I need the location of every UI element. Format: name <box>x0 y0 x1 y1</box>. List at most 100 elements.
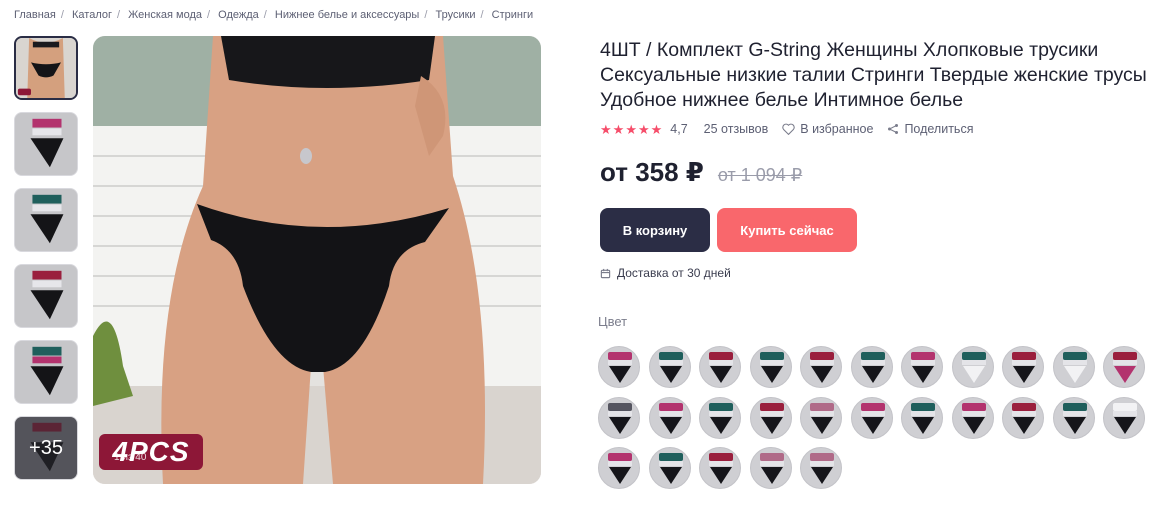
swatch-middle-band <box>860 360 885 365</box>
breadcrumb-item-panties[interactable]: Трусики <box>435 9 475 21</box>
swatch-middle-band <box>1113 360 1137 365</box>
thumbnail-4[interactable] <box>14 264 78 328</box>
thumbnail-image <box>15 113 77 175</box>
swatch-bottom-shape <box>962 366 985 383</box>
delivery-text: Доставка от 30 дней <box>617 266 731 280</box>
swatch-bottom-shape <box>811 416 833 434</box>
color-swatch-3[interactable] <box>699 346 741 388</box>
rating-value: 4,7 <box>670 122 688 136</box>
product-photo <box>93 36 541 484</box>
thumbnail-2[interactable] <box>14 112 78 176</box>
breadcrumb-item-catalog[interactable]: Каталог <box>72 9 112 21</box>
color-swatch-18[interactable] <box>901 396 943 439</box>
swatch-middle-band <box>810 410 834 416</box>
color-swatch-12[interactable] <box>598 396 640 439</box>
swatch-bottom-shape <box>609 366 631 383</box>
rating-row: ★ ★ ★ ★ ★ 4,7 25 отзывов В избранное Под… <box>600 121 1172 137</box>
swatch-bottom-shape <box>1013 416 1035 434</box>
color-swatch-14[interactable] <box>699 396 741 439</box>
swatch-top-band <box>860 402 885 411</box>
swatch-middle-band <box>608 410 632 416</box>
swatch-top-band <box>961 352 986 360</box>
swatch-top-band <box>608 352 632 360</box>
thumbnail-more[interactable]: +35 <box>14 416 78 480</box>
thumbnail-1[interactable] <box>14 36 78 100</box>
color-swatch-19[interactable] <box>951 396 994 439</box>
swatch-middle-band <box>709 461 733 466</box>
swatch-bottom-shape <box>962 416 985 434</box>
swatch-bottom-shape <box>1114 366 1136 383</box>
thumbnail-3[interactable] <box>14 188 78 252</box>
swatch-middle-band <box>759 410 784 416</box>
swatch-middle-band <box>1113 410 1137 416</box>
swatch-middle-band <box>911 410 935 416</box>
share-label: Поделиться <box>904 122 974 136</box>
swatch-top-band <box>911 402 935 411</box>
color-swatch-13[interactable] <box>648 396 691 439</box>
swatch-middle-band <box>759 461 784 466</box>
color-swatch-6[interactable] <box>850 346 893 388</box>
swatch-middle-band <box>658 410 683 416</box>
breadcrumb-item-underwear[interactable]: Нижнее белье и аксессуары <box>275 9 419 21</box>
breadcrumb: Главная / Каталог / Женская мода / Одежда / … <box>14 9 534 21</box>
thumbnail-list: +35 <box>14 36 80 492</box>
current-price: от 358 ₽ <box>600 157 704 187</box>
swatch-middle-band <box>709 360 733 365</box>
swatch-bottom-shape <box>912 366 934 383</box>
color-swatch-21[interactable] <box>1052 396 1095 439</box>
color-swatch-10[interactable] <box>1052 346 1095 388</box>
add-to-favorites-button[interactable]: В избранное <box>782 122 873 136</box>
swatch-top-band <box>810 453 834 461</box>
breadcrumb-item-strings[interactable]: Стринги <box>492 9 533 21</box>
color-swatch-list <box>598 346 1158 489</box>
reviews-link[interactable]: 25 отзывов <box>704 122 769 136</box>
swatch-bottom-shape <box>811 467 833 484</box>
swatch-middle-band <box>810 461 834 466</box>
color-swatch-4[interactable] <box>749 346 792 388</box>
delivery-info: Доставка от 30 дней <box>600 266 1172 280</box>
color-swatch-1[interactable] <box>598 346 640 388</box>
swatch-middle-band <box>911 360 935 365</box>
swatch-middle-band <box>860 410 885 416</box>
share-button[interactable]: Поделиться <box>887 122 973 136</box>
color-swatch-23[interactable] <box>598 447 640 489</box>
swatch-middle-band <box>1012 410 1036 416</box>
swatch-middle-band <box>1062 360 1087 365</box>
color-swatch-16[interactable] <box>800 396 842 439</box>
swatch-bottom-shape <box>659 467 682 484</box>
swatch-top-band <box>658 453 683 461</box>
thumbnail-5[interactable] <box>14 340 78 404</box>
thumbnail-image <box>15 189 77 251</box>
breadcrumb-item-womens-fashion[interactable]: Женская мода <box>128 9 202 21</box>
color-swatch-26[interactable] <box>749 447 792 489</box>
color-swatch-8[interactable] <box>951 346 994 388</box>
swatch-bottom-shape <box>710 467 732 484</box>
color-swatch-17[interactable] <box>850 396 893 439</box>
swatch-middle-band <box>810 360 834 365</box>
breadcrumb-item-clothing[interactable]: Одежда <box>218 9 259 21</box>
swatch-bottom-shape <box>659 366 682 383</box>
swatch-top-band <box>658 402 683 411</box>
price-row: от 358 ₽ от 1 094 ₽ <box>600 157 1172 188</box>
swatch-top-band <box>1062 352 1087 360</box>
breadcrumb-item-home[interactable]: Главная <box>14 9 56 21</box>
color-swatch-11[interactable] <box>1103 346 1145 388</box>
swatch-top-band <box>709 352 733 360</box>
color-swatch-9[interactable] <box>1002 346 1044 388</box>
buy-now-button[interactable]: Купить сейчас <box>717 208 857 252</box>
color-swatch-2[interactable] <box>648 346 691 388</box>
color-swatch-25[interactable] <box>699 447 741 489</box>
rating-stars: ★ ★ ★ ★ ★ <box>600 123 662 136</box>
swatch-bottom-shape <box>609 467 631 484</box>
color-swatch-27[interactable] <box>800 447 842 489</box>
color-swatch-15[interactable] <box>749 396 792 439</box>
color-swatch-22[interactable] <box>1103 396 1145 439</box>
color-swatch-24[interactable] <box>648 447 691 489</box>
swatch-bottom-shape <box>760 366 783 383</box>
main-product-image[interactable]: 4PCS 1 из 40 <box>93 36 541 484</box>
add-to-cart-button[interactable]: В корзину <box>600 208 710 252</box>
color-swatch-5[interactable] <box>800 346 842 388</box>
color-swatch-7[interactable] <box>901 346 943 388</box>
color-swatch-20[interactable] <box>1002 396 1044 439</box>
swatch-top-band <box>709 402 733 411</box>
